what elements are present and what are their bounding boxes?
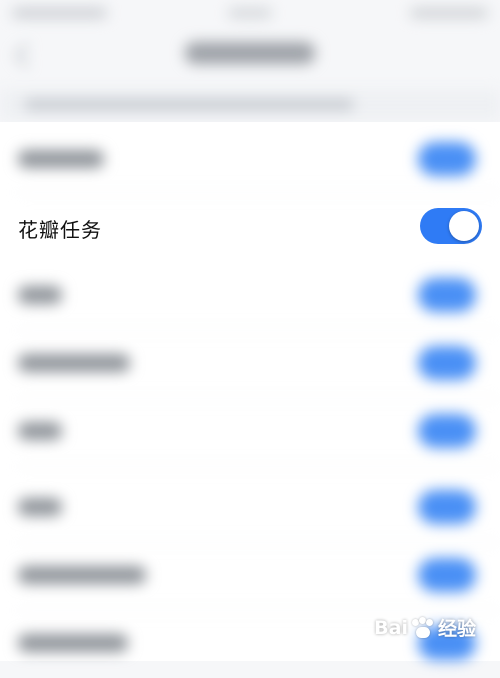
status-battery-blurred <box>410 8 488 18</box>
row-label-blurred <box>18 150 104 168</box>
settings-row-petal-task[interactable]: 花瓣任务 <box>0 194 500 260</box>
status-carrier-blurred <box>12 8 107 18</box>
settings-row-blurred[interactable] <box>0 398 500 466</box>
divider <box>18 192 500 193</box>
settings-row-blurred[interactable] <box>0 330 500 398</box>
row-label-blurred <box>18 422 62 440</box>
toggle-switch-blurred[interactable] <box>418 490 476 524</box>
petal-task-toggle[interactable] <box>420 208 482 244</box>
status-time-blurred <box>228 8 272 18</box>
row-label: 花瓣任务 <box>18 218 102 242</box>
watermark-brand-left: Bai <box>374 616 408 639</box>
row-label-blurred <box>18 354 130 372</box>
toggle-switch-blurred[interactable] <box>418 346 476 380</box>
paw-icon <box>410 616 436 639</box>
row-label-blurred <box>18 566 146 584</box>
back-chevron-icon[interactable] <box>14 43 39 68</box>
page-title-blurred <box>185 42 315 64</box>
toggle-knob <box>449 211 479 241</box>
divider <box>18 466 500 467</box>
watermark-brand-right: 经验 <box>437 618 476 640</box>
nav-bar <box>0 30 500 85</box>
settings-row-blurred[interactable] <box>0 474 500 542</box>
section-description-blurred <box>24 99 354 110</box>
toggle-switch-blurred[interactable] <box>418 278 476 312</box>
toggle-switch-blurred[interactable] <box>418 414 476 448</box>
status-bar <box>0 0 500 30</box>
settings-row-blurred[interactable] <box>0 542 500 610</box>
toggle-switch-blurred[interactable] <box>418 558 476 592</box>
settings-row-blurred[interactable] <box>0 262 500 330</box>
row-label-blurred <box>18 286 62 304</box>
toggle-switch-blurred[interactable] <box>418 142 476 176</box>
watermark: Bai 经验 <box>374 614 476 641</box>
row-label-blurred <box>18 498 62 516</box>
settings-row-blurred[interactable] <box>0 126 500 194</box>
row-label-blurred <box>18 634 128 652</box>
section-header <box>0 90 500 120</box>
